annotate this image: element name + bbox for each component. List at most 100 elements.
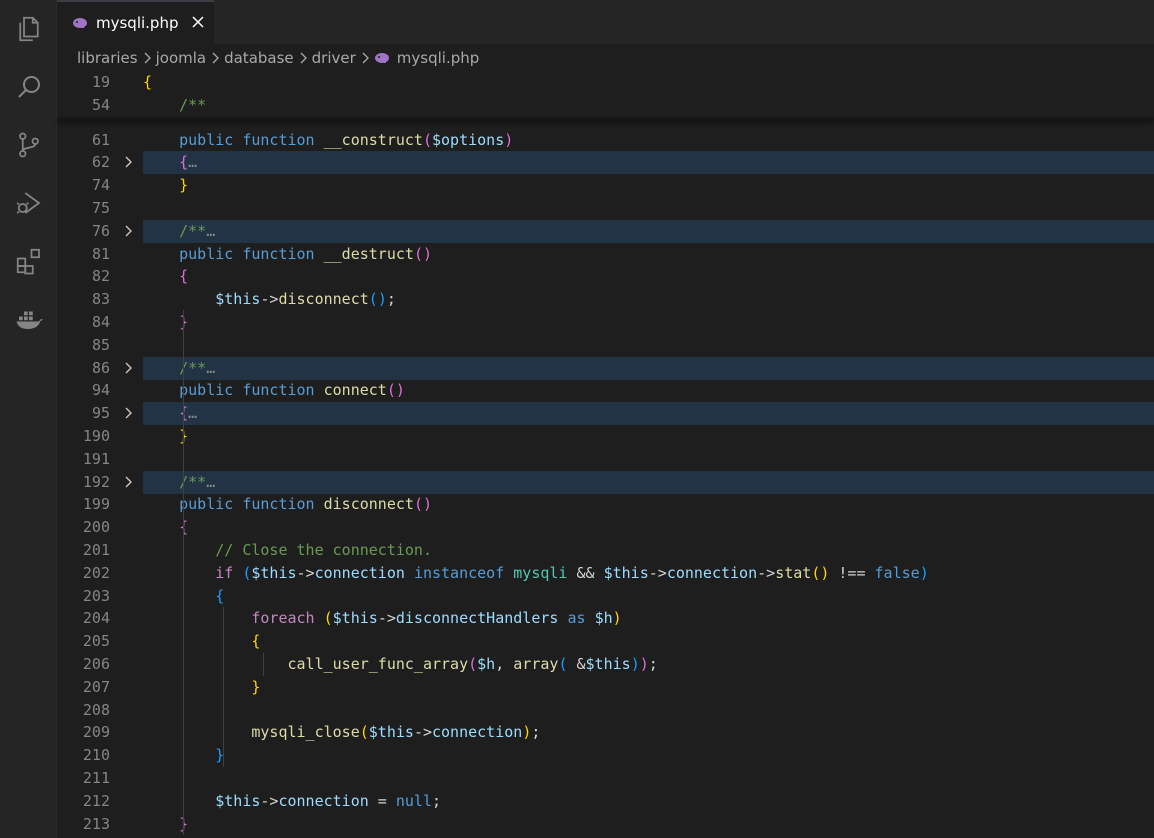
breadcrumb-item[interactable]: mysqli.php [397,49,479,67]
tab-strip: mysqli.php [57,0,1154,44]
line-number: 205 [82,632,110,651]
code-line[interactable]: 212 $this->connection = null; [57,790,1154,813]
fold-highlight [143,356,1154,380]
code-text: } [179,176,189,195]
code-line[interactable]: 94 public function connect() [57,379,1154,402]
line-number: 213 [82,814,110,833]
code-line[interactable]: 81 public function __destruct() [57,243,1154,266]
code-text: public function disconnect() [179,495,432,514]
code-line[interactable]: 74 } [57,174,1154,197]
breadcrumb-item[interactable]: driver [312,49,356,67]
code-line[interactable]: 85 [57,334,1154,357]
code-line[interactable]: 82 { [57,265,1154,288]
line-number: 204 [82,609,110,628]
code-text: mysqli_close($this->connection); [251,723,541,742]
code-text: /**… [179,358,216,377]
line-number: 211 [82,768,110,787]
code-editor[interactable]: 19 {54 /** 61 public function __construct(… [57,72,1154,838]
code-line[interactable]: 75 [57,197,1154,220]
code-text: $this->disconnect(); [215,290,396,309]
line-number: 208 [82,700,110,719]
code-text: } [251,677,261,696]
code-line[interactable]: 213 } [57,813,1154,836]
code-line[interactable]: 76 /**… [57,219,1154,243]
breadcrumb-item[interactable]: joomla [156,49,207,67]
chevron-right-icon[interactable] [120,474,136,490]
code-line[interactable]: 210 } [57,744,1154,767]
code-text: call_user_func_array($h, array( &$this))… [287,654,658,673]
chevron-right-icon[interactable] [120,154,136,170]
chevron-right-icon [299,52,307,64]
code-text: public function __construct($options) [179,130,514,149]
line-number: 85 [91,335,110,354]
sticky-scroll-line[interactable]: 54 /** [57,94,1154,117]
code-line[interactable]: 86 /**… [57,356,1154,380]
sticky-scroll-line[interactable]: 19 { [57,71,1154,94]
code-line[interactable]: 62 {… [57,151,1154,175]
code-line[interactable]: 208 [57,699,1154,722]
code-text: /** [179,95,207,114]
code-line[interactable]: 202 if ($this->connection instanceof mys… [57,562,1154,585]
code-text: {… [179,153,198,172]
chevron-right-icon[interactable] [120,223,136,239]
search-icon[interactable] [0,63,57,111]
indent-guide [182,309,184,836]
line-number: 209 [82,723,110,742]
code-line[interactable]: 204 foreach ($this->disconnectHandlers a… [57,607,1154,630]
code-text: } [179,426,189,445]
code-line[interactable]: 206 call_user_func_array($h, array( &$th… [57,653,1154,676]
code-line[interactable]: 83 $this->disconnect(); [57,288,1154,311]
line-number: 207 [82,677,110,696]
line-number: 54 [91,95,110,114]
code-text: } [215,746,225,765]
docker-icon[interactable] [0,295,57,343]
line-number: 81 [91,244,110,263]
fold-highlight [143,151,1154,175]
code-line[interactable]: 209 mysqli_close($this->connection); [57,721,1154,744]
code-line[interactable]: 192 /**… [57,470,1154,494]
code-line[interactable]: 191 [57,448,1154,471]
explorer-icon[interactable] [0,5,57,53]
code-line[interactable]: 201 // Close the connection. [57,539,1154,562]
code-text: { [251,632,261,651]
fold-highlight [143,402,1154,426]
line-number: 84 [91,312,110,331]
code-line[interactable]: 200 { [57,516,1154,539]
indent-guide [263,652,264,676]
code-text: { [179,518,189,537]
code-line[interactable]: 203 { [57,585,1154,608]
source-control-icon[interactable] [0,121,57,169]
code-line[interactable]: 95 {… [57,402,1154,426]
line-number: 76 [91,221,110,240]
code-line[interactable]: 199 public function disconnect() [57,493,1154,516]
activity-bar [0,0,57,838]
code-text: if ($this->connection instanceof mysqli … [215,563,929,582]
code-text: { [215,586,225,605]
code-text: } [179,814,189,833]
tab-mysqli-php[interactable]: mysqli.php [57,0,214,44]
breadcrumb-item[interactable]: database [224,49,294,67]
code-text: // Close the connection. [215,540,432,559]
chevron-right-icon[interactable] [120,360,136,376]
code-line[interactable]: 61 public function __construct($options) [57,129,1154,152]
code-line[interactable]: 84 } [57,311,1154,334]
line-number: 62 [91,153,110,172]
chevron-right-icon[interactable] [120,405,136,421]
php-elephant-icon [72,17,88,29]
extensions-icon[interactable] [0,237,57,285]
code-line[interactable]: 207 } [57,676,1154,699]
line-number: 82 [91,267,110,286]
line-number: 61 [91,130,110,149]
code-line[interactable]: 211 [57,767,1154,790]
run-debug-icon[interactable] [0,179,57,227]
line-number: 192 [82,472,110,491]
code-line[interactable]: 205 { [57,630,1154,653]
code-line[interactable]: 190 } [57,425,1154,448]
close-icon[interactable] [189,13,207,31]
line-number: 203 [82,586,110,605]
breadcrumb-item[interactable]: libraries [77,49,138,67]
code-text: {… [179,404,198,423]
line-number: 190 [82,426,110,445]
tab-label: mysqli.php [96,14,179,32]
line-number: 95 [91,404,110,423]
